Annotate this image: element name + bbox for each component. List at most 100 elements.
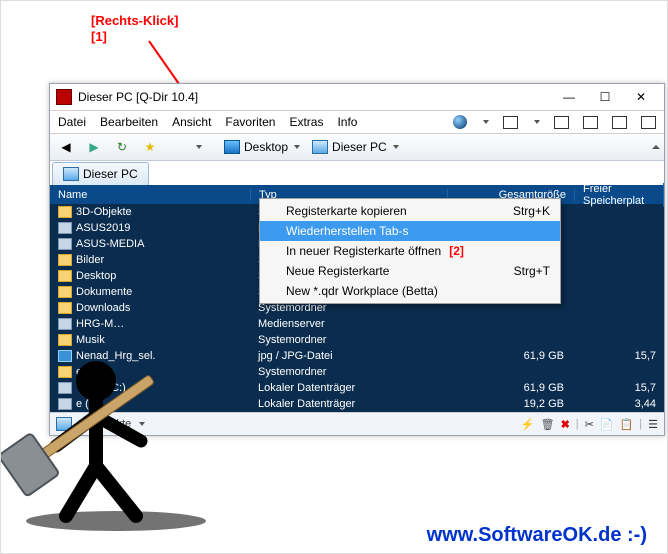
nav-fwd-button[interactable]: ▶ <box>82 136 106 158</box>
ctx-item[interactable]: Wiederherstellen Tab-s <box>260 221 560 241</box>
ctx-item-label: Wiederherstellen Tab-s <box>286 224 409 238</box>
row-typ: jpg / JPG-Datei <box>250 350 446 362</box>
location-pc[interactable]: Dieser PC <box>308 137 403 157</box>
row-name: ASUS-MEDIA <box>76 238 144 250</box>
ctx-shortcut: Strg+T <box>514 264 550 278</box>
row-name: HRG-M… <box>76 318 124 330</box>
disk-icon <box>58 398 72 410</box>
menu-favoriten[interactable]: Favoriten <box>225 115 275 129</box>
status-caret-icon[interactable] <box>139 422 145 426</box>
row-name: eos <box>76 366 94 378</box>
menu-info[interactable]: Info <box>337 115 357 129</box>
desktop-icon <box>224 140 240 154</box>
footer-link[interactable]: www.SoftwareOK.de :-) <box>427 524 647 547</box>
folder-icon <box>58 334 72 346</box>
row-name: 3D-Objekte <box>76 206 132 218</box>
tab-pc-icon <box>63 167 79 181</box>
trash-icon[interactable]: 🗑 <box>541 418 555 431</box>
menu-extras[interactable]: Extras <box>289 115 323 129</box>
tab-label: Dieser PC <box>83 167 138 181</box>
viewmode-caret-icon[interactable] <box>196 145 202 149</box>
row-name: Desktop <box>76 270 116 282</box>
table-row[interactable]: Nenad_Hrg_sel. jpg / JPG-Datei61,9 GB15,7 <box>50 348 664 364</box>
col-name[interactable]: Name <box>50 189 251 201</box>
status-pc-icon <box>56 417 72 431</box>
row-typ: Systemordner <box>250 366 446 378</box>
layout4-icon[interactable] <box>612 116 627 129</box>
menubar: Datei Bearbeiten Ansicht Favoriten Extra… <box>50 111 664 134</box>
ctx-shortcut: Strg+K <box>513 204 550 218</box>
row-free: 15,7 <box>572 350 664 362</box>
folder-icon <box>58 270 72 282</box>
menu-ansicht[interactable]: Ansicht <box>172 115 211 129</box>
folder-icon <box>58 366 72 378</box>
table-row[interactable]: Musik Systemordner <box>50 332 664 348</box>
layout2-icon[interactable] <box>554 116 569 129</box>
row-typ: Lokaler Datenträger <box>250 398 446 410</box>
pc-icon <box>312 140 328 154</box>
toolbar-overflow-icon[interactable] <box>652 145 660 149</box>
disk-icon <box>58 222 72 234</box>
globe-icon[interactable] <box>453 115 467 129</box>
list-icon[interactable]: ☰ <box>648 418 658 431</box>
menu-bearbeiten[interactable]: Bearbeiten <box>100 115 158 129</box>
globe-caret-icon[interactable] <box>483 120 489 124</box>
desktop-caret-icon <box>294 145 300 149</box>
cut-icon[interactable]: ✂ <box>585 418 594 431</box>
row-name: Downloads <box>76 302 130 314</box>
ctx-item-label: Neue Registerkarte <box>286 264 389 278</box>
ctx-item[interactable]: Neue Registerkarte Strg+T <box>260 261 560 281</box>
row-name: Nenad_Hrg_sel. <box>76 350 156 362</box>
table-row[interactable]: HRG-M… Medienserver <box>50 316 664 332</box>
desktop-label: Desktop <box>244 140 288 154</box>
paste-icon[interactable]: 📋 <box>620 418 634 431</box>
tab-dieser-pc[interactable]: Dieser PC <box>52 162 149 185</box>
minimize-button[interactable]: — <box>552 87 586 107</box>
disk-icon <box>58 318 72 330</box>
row-typ: Lokaler Datenträger <box>250 382 446 394</box>
row-size: 61,9 GB <box>446 382 572 394</box>
folder-icon <box>58 286 72 298</box>
table-row[interactable]: '10 … (C:)Lokaler Datenträger61,9 GB15,7 <box>50 380 664 396</box>
titlebar[interactable]: Dieser PC [Q-Dir 10.4] — ☐ ✕ <box>50 84 664 111</box>
layout5-icon[interactable] <box>641 116 656 129</box>
row-size: 61,9 GB <box>446 350 572 362</box>
close-button[interactable]: ✕ <box>624 87 658 107</box>
ctx-item[interactable]: Registerkarte kopieren Strg+K <box>260 201 560 221</box>
layout-caret-icon[interactable] <box>534 120 540 124</box>
row-typ: Medienserver <box>250 318 446 330</box>
row-typ: Systemordner <box>250 334 446 346</box>
tabstrip: Dieser PC <box>50 161 664 186</box>
ctx-item-label: New *.qdr Workplace (Betta) <box>286 284 438 298</box>
row-free: 15,7 <box>572 382 664 394</box>
table-row[interactable]: e (D:)Lokaler Datenträger19,2 GB3,44 <box>50 396 664 412</box>
delete-icon[interactable]: ✖ <box>561 418 570 431</box>
file-icon <box>58 350 72 362</box>
toolbar: ◀ ▶ ↻ ★ Desktop Dieser PC <box>50 134 664 161</box>
row-name: Bilder <box>76 254 104 266</box>
col-free[interactable]: Freier Speicherplat <box>575 183 664 207</box>
ctx-item[interactable]: New *.qdr Workplace (Betta) <box>260 281 560 301</box>
row-size: 19,2 GB <box>446 398 572 410</box>
ctx-item-label: Registerkarte kopieren <box>286 204 407 218</box>
location-desktop[interactable]: Desktop <box>220 137 304 157</box>
layout3-icon[interactable] <box>583 116 598 129</box>
context-menu: Registerkarte kopieren Strg+K Wiederherste… <box>259 198 561 304</box>
refresh-button[interactable]: ↻ <box>110 136 134 158</box>
statusbar: 21 Objekte ⚡ 🗑 ✖ | ✂ 📄 📋 | ☰ <box>50 412 664 435</box>
row-name: Musik <box>76 334 105 346</box>
folder-icon <box>58 206 72 218</box>
row-name: ASUS2019 <box>76 222 130 234</box>
star-button[interactable]: ★ <box>138 136 162 158</box>
nav-back-button[interactable]: ◀ <box>54 136 78 158</box>
table-row[interactable]: eos Systemordner <box>50 364 664 380</box>
copy-icon[interactable]: 📄 <box>600 418 614 431</box>
bolt-icon[interactable]: ⚡ <box>521 418 535 431</box>
ctx-item[interactable]: In neuer Registerkarte öffnen[2] <box>260 241 560 261</box>
row-name: Dokumente <box>76 286 132 298</box>
annot-line1: [Rechts-Klick] <box>91 13 178 28</box>
layout1-icon[interactable] <box>503 116 518 129</box>
maximize-button[interactable]: ☐ <box>588 87 622 107</box>
menu-datei[interactable]: Datei <box>58 115 86 129</box>
viewmode-button[interactable] <box>166 136 190 158</box>
